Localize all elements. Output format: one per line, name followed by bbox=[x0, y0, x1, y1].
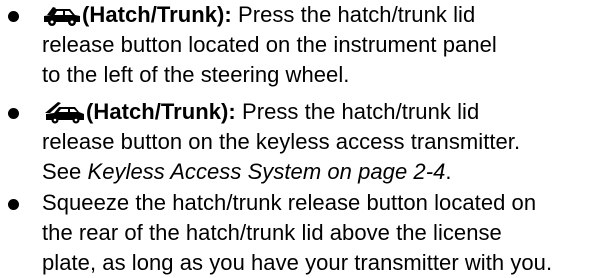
line: Squeeze the hatch/trunk release button l… bbox=[42, 190, 537, 215]
item-text: Press the hatch/trunk lid bbox=[235, 99, 480, 124]
item-label: (Hatch/Trunk): bbox=[82, 2, 232, 27]
instruction-page: (Hatch/Trunk): Press the hatch/trunk lid… bbox=[0, 0, 600, 278]
line: (Hatch/Trunk): Press the hatch/trunk lid bbox=[42, 97, 598, 127]
line: release button on the keyless access tra… bbox=[42, 129, 521, 154]
line: (Hatch/Trunk): Press the hatch/trunk lid bbox=[42, 0, 598, 30]
line: See Keyless Access System on page 2-4. bbox=[42, 157, 598, 187]
see-suffix: . bbox=[445, 159, 452, 184]
line: to the left of the steering wheel. bbox=[42, 62, 350, 87]
bullet-icon bbox=[8, 11, 19, 22]
list-item-text: (Hatch/Trunk): Press the hatch/trunk lid… bbox=[42, 97, 598, 187]
keyfob-trunk-icon bbox=[42, 100, 86, 124]
line: the rear of the hatch/trunk lid above th… bbox=[42, 220, 502, 245]
line: release button located on the instrument… bbox=[42, 32, 497, 57]
bullet-icon bbox=[8, 199, 19, 210]
list-item-text: Squeeze the hatch/trunk release button l… bbox=[42, 188, 598, 278]
bullet-icon bbox=[8, 108, 19, 119]
cross-reference: Keyless Access System on page 2-4 bbox=[87, 159, 446, 184]
line: plate, as long as you have your transmit… bbox=[42, 250, 553, 275]
item-label: (Hatch/Trunk): bbox=[86, 99, 236, 124]
item-text: Press the hatch/trunk lid bbox=[231, 2, 476, 27]
see-prefix: See bbox=[42, 159, 88, 184]
car-hatch-open-icon bbox=[42, 3, 82, 27]
list-item-text: (Hatch/Trunk): Press the hatch/trunk lid… bbox=[42, 0, 598, 90]
